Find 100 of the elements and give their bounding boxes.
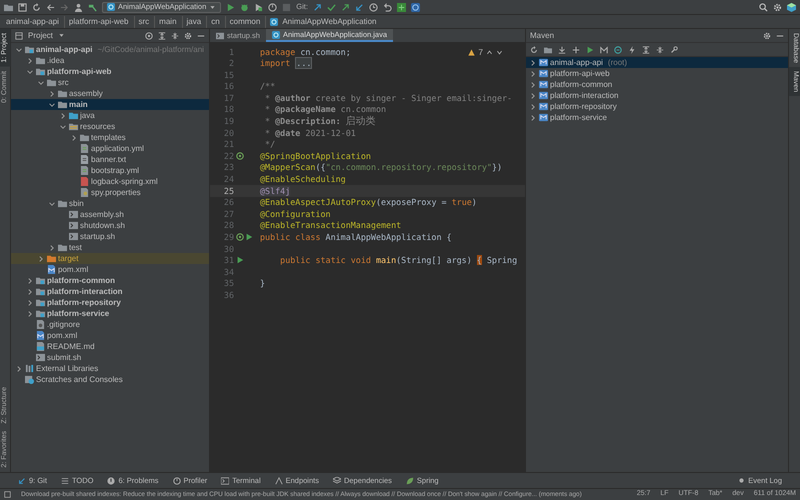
plus-square-icon[interactable] (396, 2, 406, 12)
breadcrumb[interactable]: common (230, 16, 266, 28)
arrow-icon[interactable] (354, 2, 364, 12)
collapse-icon[interactable] (171, 32, 179, 40)
chevron-icon[interactable] (529, 70, 537, 78)
arrow-icon[interactable] (312, 2, 322, 12)
tree-row[interactable]: test (11, 242, 209, 253)
tree-row[interactable]: bootstrap.yml (11, 165, 209, 176)
sync-icon[interactable] (530, 46, 538, 54)
folder-icon[interactable] (544, 46, 552, 54)
tree-row[interactable]: platform-common (11, 275, 209, 286)
chevron-icon[interactable] (26, 298, 34, 306)
run-icon[interactable] (226, 2, 236, 12)
square-icon[interactable] (4, 491, 11, 498)
tree-row[interactable]: platform-repository (11, 297, 209, 308)
tree-row[interactable]: target (11, 253, 209, 264)
chevron-icon[interactable] (59, 122, 67, 130)
breadcrumb[interactable]: animal-app-api (6, 16, 65, 28)
chevron-icon[interactable] (529, 102, 537, 110)
warning-count[interactable]: 7 (478, 46, 483, 59)
tree-row[interactable]: templates (11, 132, 209, 143)
hammer-icon[interactable] (88, 2, 97, 12)
breadcrumb[interactable]: src (138, 16, 156, 28)
settings-icon[interactable] (184, 32, 192, 40)
warning-icon[interactable] (468, 48, 476, 56)
gauge-icon[interactable] (268, 2, 278, 12)
tree-row[interactable]: pom.xml (11, 330, 209, 341)
chevron-icon[interactable] (529, 58, 537, 66)
breadcrumb[interactable]: cn (211, 16, 226, 28)
sync-icon[interactable] (32, 2, 41, 12)
target-icon[interactable] (145, 32, 153, 40)
breadcrumb[interactable]: platform-api-web (68, 16, 134, 28)
undo-icon[interactable] (382, 2, 392, 12)
chevron-icon[interactable] (48, 200, 56, 208)
clock-icon[interactable] (368, 2, 378, 12)
tree-row[interactable]: platform-service (526, 112, 788, 123)
chevron-icon[interactable] (70, 134, 78, 142)
panel-title[interactable]: Project (28, 30, 53, 42)
tree-row[interactable]: spy.properties (11, 187, 209, 198)
chevron-icon[interactable] (59, 112, 67, 120)
tree-row[interactable]: main (11, 99, 209, 110)
chevron-icon[interactable] (37, 78, 45, 86)
tree-row[interactable]: assembly (11, 88, 209, 99)
compass-icon[interactable] (410, 2, 420, 12)
tree-row[interactable]: banner.txt (11, 154, 209, 165)
tree-row[interactable]: logback-spring.xml (11, 176, 209, 187)
chevron-icon[interactable] (15, 364, 23, 372)
chevron-icon[interactable] (15, 46, 23, 54)
bean-icon[interactable] (236, 152, 244, 160)
tree-row[interactable]: README.md (11, 341, 209, 352)
breadcrumb[interactable]: AnimalAppWebApplication (282, 16, 382, 28)
chevron-icon[interactable] (26, 276, 34, 284)
search-icon[interactable] (759, 2, 768, 12)
tree-row[interactable]: application.yml (11, 143, 209, 154)
caret-icon[interactable] (58, 32, 65, 39)
m-icon[interactable] (600, 46, 608, 54)
bean-icon[interactable] (236, 233, 244, 242)
user-icon[interactable] (74, 2, 83, 12)
tree-row[interactable]: sbin (11, 198, 209, 209)
tree-row[interactable]: src (11, 77, 209, 88)
arrow-icon[interactable] (340, 2, 350, 12)
tree-row[interactable]: java (11, 110, 209, 121)
tree-row[interactable]: platform-interaction (526, 90, 788, 101)
tree-row[interactable]: platform-repository (526, 101, 788, 112)
chevron-icon[interactable] (26, 68, 34, 76)
run-icon[interactable] (245, 233, 253, 242)
tree-row[interactable]: resources (11, 121, 209, 132)
chevron-icon[interactable] (529, 80, 537, 88)
tree-row[interactable]: animal-app-api (root) (526, 57, 788, 68)
bolt-icon[interactable] (628, 46, 636, 54)
tree-row[interactable]: platform-api-web (526, 68, 788, 79)
chevron-icon[interactable] (529, 92, 537, 100)
tree-row[interactable]: External Libraries (11, 363, 209, 374)
tree-row[interactable]: animal-app-api ~/GitCode/animal-platform/ani (11, 44, 209, 55)
tree-row[interactable]: platform-interaction (11, 286, 209, 297)
run-icon[interactable] (586, 46, 594, 54)
collapse-icon[interactable] (656, 46, 664, 54)
check-icon[interactable] (326, 2, 336, 12)
back-arrow-icon[interactable] (46, 2, 55, 12)
chevron-icon[interactable] (48, 100, 56, 108)
settings-icon[interactable] (763, 32, 771, 40)
run-icon[interactable] (236, 256, 244, 264)
coverage-icon[interactable] (254, 2, 264, 12)
tree-row[interactable]: assembly.sh (11, 209, 209, 220)
expand-icon[interactable] (158, 32, 166, 40)
tree-row[interactable]: pom.xml (11, 264, 209, 275)
tree-row[interactable]: platform-service (11, 308, 209, 319)
tree-row[interactable]: .idea (11, 55, 209, 66)
tree-row[interactable]: platform-api-web (11, 66, 209, 77)
download-icon[interactable] (558, 46, 566, 54)
wrench-icon[interactable] (670, 46, 678, 54)
plus-icon[interactable] (572, 46, 580, 54)
chevron-icon[interactable] (48, 90, 56, 98)
tree-row[interactable]: Scratches and Consoles (11, 374, 209, 385)
chevron-icon[interactable] (26, 288, 34, 296)
expand-icon[interactable] (642, 46, 650, 54)
folder-icon[interactable] (4, 2, 13, 12)
breadcrumb[interactable]: main (159, 16, 183, 28)
chevron-icon[interactable] (48, 244, 56, 252)
tree-row[interactable]: startup.sh (11, 231, 209, 242)
